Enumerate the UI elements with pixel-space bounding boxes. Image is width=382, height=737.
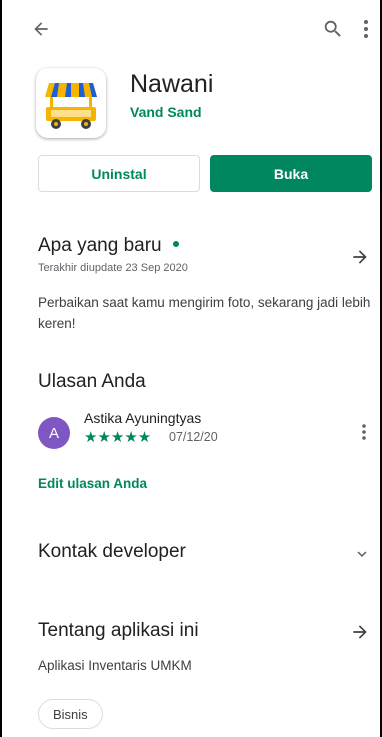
more-options-button[interactable]	[356, 14, 376, 44]
back-button[interactable]	[26, 14, 56, 44]
new-indicator-dot	[173, 241, 179, 247]
screen: Nawani Vand Sand Uninstal Buka Apa yang …	[0, 0, 382, 737]
app-name: Nawani	[130, 70, 214, 98]
about-app-arrow-button[interactable]	[348, 620, 372, 644]
about-app-text: Aplikasi Inventaris UMKM	[38, 658, 192, 673]
developer-contact-expand-button[interactable]	[350, 542, 374, 566]
whats-new-title[interactable]: Apa yang baru	[38, 235, 162, 257]
search-icon	[324, 20, 341, 37]
developer-link[interactable]: Vand Sand	[130, 104, 202, 120]
last-updated: Terakhir diupdate 23 Sep 2020	[38, 262, 188, 274]
avatar: A	[38, 417, 70, 449]
review-more-button[interactable]	[354, 420, 374, 444]
food-cart-icon	[45, 83, 97, 129]
app-icon	[36, 68, 106, 138]
search-button[interactable]	[318, 14, 348, 44]
arrow-right-icon	[353, 625, 367, 639]
review-date: 07/12/20	[169, 430, 218, 444]
category-chip[interactable]: Bisnis	[38, 699, 103, 729]
whats-new-text: Perbaikan saat kamu mengirim foto, sekar…	[38, 295, 371, 331]
uninstall-button[interactable]: Uninstal	[38, 155, 200, 192]
star-rating: ★★★★★	[84, 429, 152, 446]
about-app-title[interactable]: Tentang aplikasi ini	[38, 620, 199, 642]
edit-review-link[interactable]: Edit ulasan Anda	[38, 476, 147, 491]
open-button[interactable]: Buka	[210, 155, 372, 192]
developer-contact-title[interactable]: Kontak developer	[38, 541, 186, 563]
whats-new-arrow-button[interactable]	[348, 245, 372, 269]
arrow-left-icon	[34, 22, 48, 36]
top-app-bar	[2, 0, 380, 60]
arrow-right-icon	[353, 250, 367, 264]
more-vert-icon	[362, 424, 366, 440]
chevron-down-icon	[357, 551, 367, 557]
more-vert-icon	[364, 20, 368, 38]
your-review-title: Ulasan Anda	[38, 371, 146, 392]
reviewer-name: Astika Ayuningtyas	[84, 410, 202, 426]
